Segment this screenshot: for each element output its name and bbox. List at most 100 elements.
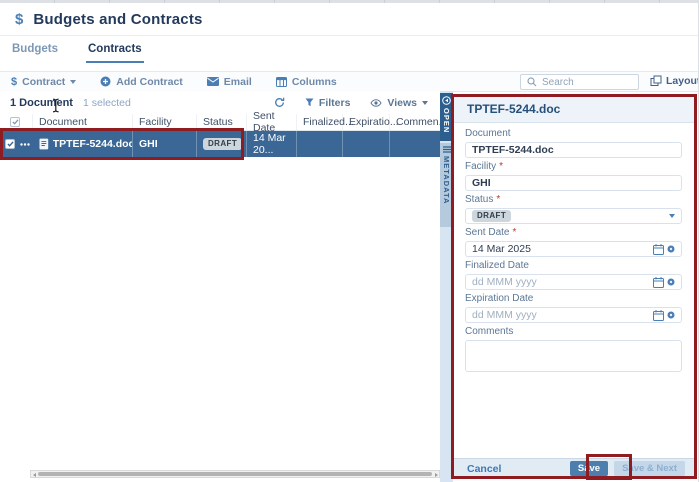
add-contract-button[interactable]: Add Contract (100, 76, 183, 88)
views-button[interactable]: Views (370, 97, 428, 109)
facility-input[interactable]: GHI (465, 175, 682, 191)
row-cell-sent-date: 14 Mar 20... (247, 131, 297, 157)
selected-count: 1 selected (83, 97, 131, 109)
chevron-down-icon (70, 80, 76, 84)
save-button[interactable]: Save (570, 461, 608, 476)
finalized-date-input[interactable]: dd MMM yyyy (465, 274, 682, 290)
column-header-status[interactable]: Status (197, 114, 247, 130)
panel-footer: Cancel Save Save & Next (453, 458, 694, 478)
check-icon (12, 119, 19, 125)
chevron-down-icon (422, 101, 428, 105)
filter-icon (305, 98, 314, 107)
row-cell-document: TPTEF-5244.doc (33, 131, 133, 157)
app-window: $ Budgets and Contracts Budgets Contract… (0, 0, 699, 482)
required-marker: * (512, 227, 516, 238)
row-select-cell (0, 131, 33, 157)
dollar-icon: $ (11, 76, 17, 88)
row-checkbox[interactable] (5, 139, 15, 149)
field-expiration-date: Expiration Date dd MMM yyyy (465, 294, 682, 323)
contract-menu-button[interactable]: $ Contract (11, 76, 76, 88)
finalized-date-placeholder: dd MMM yyyy (472, 276, 537, 288)
column-header-facility[interactable]: Facility (133, 114, 197, 130)
status-label: Status* (465, 195, 682, 205)
expiration-date-input[interactable]: dd MMM yyyy (465, 307, 682, 323)
calendar-icon[interactable] (653, 310, 664, 321)
field-finalized-date: Finalized Date dd MMM yyyy (465, 261, 682, 290)
eye-icon (370, 99, 382, 107)
views-label: Views (387, 97, 417, 109)
tab-contracts[interactable]: Contracts (86, 38, 144, 63)
contract-menu-label: Contract (22, 76, 65, 88)
search-input[interactable] (542, 77, 627, 88)
row-menu-icon[interactable] (20, 143, 30, 146)
status-dropdown[interactable]: DRAFT (465, 208, 682, 224)
detail-panel: TPTEF-5244.doc Document TPTEF-5244.doc F… (453, 96, 694, 478)
email-icon (207, 77, 219, 86)
clock-icon[interactable] (667, 278, 675, 286)
panel-body: Document TPTEF-5244.doc Facility* GHI St… (453, 123, 694, 377)
clock-icon[interactable] (667, 245, 675, 253)
title-bar: $ Budgets and Contracts (0, 3, 699, 36)
clock-icon[interactable] (667, 311, 675, 319)
comments-textarea[interactable] (465, 340, 682, 372)
sent-date-label: Sent Date* (465, 228, 682, 238)
horizontal-scrollbar[interactable] (30, 470, 440, 478)
facility-label: Facility* (465, 162, 682, 172)
column-header-document[interactable]: Document (33, 114, 133, 130)
status-badge: DRAFT (472, 210, 511, 222)
status-badge: DRAFT (203, 138, 242, 150)
column-header-comments[interactable]: Commen... (390, 114, 440, 130)
filters-button[interactable]: Filters (305, 97, 351, 109)
filters-label: Filters (319, 97, 351, 109)
select-all-checkbox[interactable] (10, 117, 20, 127)
row-cell-finalized (297, 131, 343, 157)
plus-circle-icon (100, 76, 111, 87)
select-all-cell (0, 114, 33, 130)
document-icon (39, 138, 49, 150)
row-cell-expiration (343, 131, 390, 157)
row-document-name: TPTEF-5244.doc (53, 138, 132, 150)
calendar-icon[interactable] (653, 244, 664, 255)
search-field[interactable] (520, 74, 639, 90)
open-circle-icon (442, 96, 451, 105)
row-cell-comments (390, 131, 440, 157)
column-header-finalized[interactable]: Finalized... (297, 114, 343, 130)
side-tab-metadata[interactable]: METADATA (440, 143, 453, 227)
search-icon (527, 77, 537, 87)
columns-button[interactable]: Columns (276, 76, 337, 88)
main-tabbar: Budgets Contracts (0, 38, 699, 63)
refresh-icon[interactable] (274, 97, 285, 108)
columns-icon (276, 77, 287, 87)
side-tab-open[interactable]: OPEN (440, 93, 453, 141)
row-cell-status: DRAFT (197, 131, 247, 157)
save-next-button[interactable]: Save & Next (614, 461, 685, 476)
layout-button[interactable]: Layout (650, 75, 699, 87)
field-facility: Facility* GHI (465, 162, 682, 191)
required-marker: * (496, 194, 500, 205)
layout-label: Layout (666, 75, 699, 87)
table-row[interactable]: TPTEF-5244.doc GHI DRAFT 14 Mar 20... (0, 131, 440, 157)
columns-label: Columns (292, 76, 337, 88)
sent-date-input[interactable]: 14 Mar 2025 (465, 241, 682, 257)
column-header-expiration[interactable]: Expiratio... (343, 114, 390, 130)
comments-label: Comments (465, 327, 682, 337)
text-cursor (51, 98, 61, 113)
scroll-right-arrow[interactable] (435, 473, 438, 477)
cancel-button[interactable]: Cancel (467, 463, 501, 475)
tab-budgets[interactable]: Budgets (10, 38, 60, 63)
page-title: Budgets and Contracts (33, 11, 202, 28)
calendar-icon[interactable] (653, 277, 664, 288)
scrollbar-thumb[interactable] (38, 472, 432, 476)
document-input[interactable]: TPTEF-5244.doc (465, 142, 682, 158)
side-tab-strip: OPEN METADATA (440, 91, 453, 482)
sent-date-value: 14 Mar 2025 (472, 243, 531, 255)
field-document: Document TPTEF-5244.doc (465, 129, 682, 158)
scroll-left-arrow[interactable] (33, 473, 36, 477)
row-cell-facility: GHI (133, 131, 197, 157)
email-button[interactable]: Email (207, 76, 252, 88)
metadata-list-icon (443, 146, 451, 153)
column-header-sent-date[interactable]: Sent Date (247, 114, 297, 130)
email-label: Email (224, 76, 252, 88)
side-tab-metadata-label: METADATA (442, 156, 451, 204)
required-marker: * (499, 161, 503, 172)
